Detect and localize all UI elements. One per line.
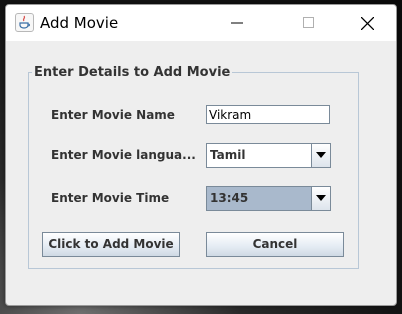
- maximize-button[interactable]: [286, 5, 332, 41]
- maximize-icon: [303, 17, 314, 28]
- language-dropdown-arrow-button[interactable]: [311, 144, 330, 167]
- minimize-button[interactable]: [214, 5, 260, 41]
- title-bar[interactable]: Add Movie: [6, 5, 396, 41]
- movie-time-label: Enter Movie Time: [51, 191, 170, 205]
- chevron-down-icon: [316, 152, 326, 158]
- movie-name-input[interactable]: [206, 105, 330, 124]
- close-icon: [361, 17, 374, 30]
- movie-language-dropdown[interactable]: Tamil: [206, 143, 331, 168]
- window-title: Add Movie: [40, 14, 119, 32]
- minimize-icon: [231, 22, 243, 24]
- movie-time-dropdown[interactable]: 13:45: [206, 186, 331, 211]
- cancel-button[interactable]: Cancel: [206, 232, 344, 257]
- add-movie-window: Add Movie Enter Details to Add Movie Ent…: [5, 4, 397, 306]
- movie-language-label: Enter Movie langua...: [51, 148, 196, 162]
- movie-time-selected: 13:45: [210, 191, 249, 205]
- chevron-down-icon: [316, 195, 326, 201]
- movie-name-label: Enter Movie Name: [51, 108, 175, 122]
- groupbox-title: Enter Details to Add Movie: [32, 65, 233, 80]
- java-cup-icon: [15, 13, 34, 32]
- add-movie-button[interactable]: Click to Add Movie: [42, 232, 180, 257]
- movie-language-selected: Tamil: [210, 148, 246, 162]
- time-dropdown-arrow-button[interactable]: [311, 187, 330, 210]
- close-button[interactable]: [344, 5, 390, 41]
